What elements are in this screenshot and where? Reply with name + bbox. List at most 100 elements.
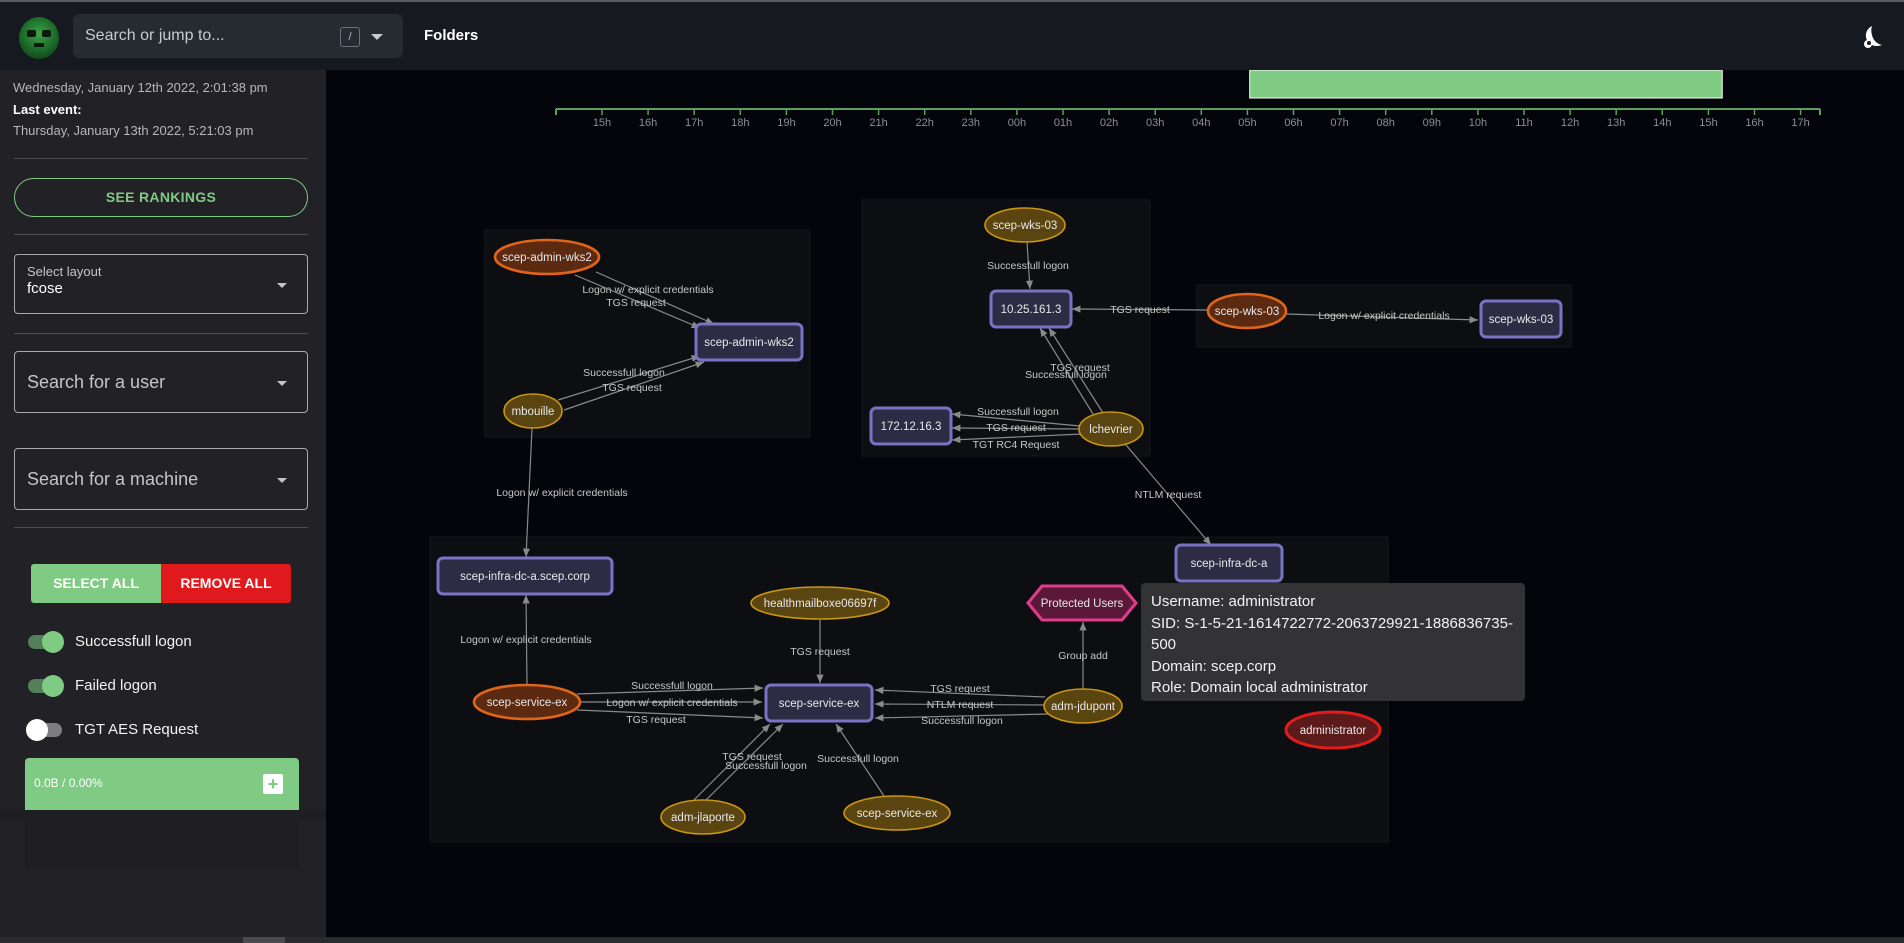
graph-edge-label: Logon w/ explicit credentials bbox=[460, 634, 591, 646]
timeline-tick-label: 22h bbox=[916, 117, 934, 129]
chevron-down-icon bbox=[277, 381, 287, 386]
machine-search-input[interactable]: Search for a machine bbox=[14, 448, 308, 510]
graph-node-label: 172.12.16.3 bbox=[881, 421, 942, 433]
user-search-input[interactable]: Search for a user bbox=[14, 351, 308, 413]
tooltip-domain: Domain: scep.corp bbox=[1151, 657, 1277, 675]
graph-node-label: scep-service-ex bbox=[487, 697, 568, 709]
timeline-tick-label: 04h bbox=[1192, 117, 1210, 129]
remove-all-button[interactable]: REMOVE ALL bbox=[161, 564, 291, 603]
see-rankings-button[interactable]: SEE RANKINGS bbox=[14, 178, 308, 217]
layout-select-value: fcose bbox=[27, 280, 63, 297]
divider bbox=[14, 234, 308, 235]
scrollbar-thumb[interactable] bbox=[243, 937, 285, 943]
graph-edge-label: TGS request bbox=[986, 422, 1046, 434]
graph-edge-label: TGS request bbox=[930, 683, 990, 695]
graph-edge-label: TGS request bbox=[1110, 304, 1170, 316]
graph-node-label: adm-jdupont bbox=[1051, 701, 1116, 713]
first-event-value: Wednesday, January 12th 2022, 2:01:38 pm bbox=[13, 80, 268, 95]
graph-node-label: scep-wks-03 bbox=[1489, 314, 1554, 326]
node-tooltip: Username: administrator SID: S-1-5-21-16… bbox=[1141, 583, 1525, 701]
hacker-avatar-icon[interactable] bbox=[19, 17, 59, 59]
chevron-down-icon bbox=[277, 478, 287, 483]
search-placeholder: Search or jump to... bbox=[85, 27, 225, 44]
timeline-tick-label: 21h bbox=[869, 117, 887, 129]
slash-shortcut-hint: / bbox=[340, 27, 360, 47]
timeline-tick-label: 00h bbox=[1008, 117, 1026, 129]
tooltip-username: Username: administrator bbox=[1151, 593, 1316, 610]
graph-edge-label: Successfull logon bbox=[921, 715, 1003, 727]
graph-edge-label: NTLM request bbox=[1135, 489, 1202, 501]
user-search-placeholder: Search for a user bbox=[27, 372, 166, 392]
graph-edge-label: TGS request bbox=[626, 714, 686, 726]
timeline-tick-label: 17h bbox=[685, 117, 703, 129]
graph-node-label: scep-wks-03 bbox=[1215, 306, 1280, 318]
horizontal-scrollbar[interactable] bbox=[0, 937, 1904, 943]
graph-node-label: Protected Users bbox=[1041, 598, 1124, 610]
graph-node-label: administrator bbox=[1300, 725, 1367, 737]
toggle-failed-logon[interactable] bbox=[26, 675, 64, 697]
sidebar: Wednesday, January 12th 2022, 2:01:38 pm… bbox=[0, 70, 326, 943]
chevron-down-icon bbox=[277, 283, 287, 288]
graph-node-label: scep-admin-wks2 bbox=[704, 337, 793, 349]
graph-edge-label: Successfull logon bbox=[817, 753, 899, 765]
timeline-tick-label: 07h bbox=[1330, 117, 1348, 129]
graph-edge-label: TGS request bbox=[790, 646, 850, 658]
graph-node-label: scep-admin-wks2 bbox=[502, 252, 591, 264]
graph-edge-label: Successfull logon bbox=[987, 260, 1069, 272]
chevron-down-icon[interactable] bbox=[371, 34, 383, 40]
filter-label: Failed logon bbox=[75, 677, 157, 694]
timeline-tick-label: 16h bbox=[1745, 117, 1763, 129]
global-search-input[interactable]: Search or jump to... / bbox=[73, 14, 403, 58]
divider bbox=[14, 333, 308, 334]
timeline-selection-brush[interactable] bbox=[1249, 69, 1723, 99]
graph-canvas[interactable]: 15h 16h 17h 18h 19h 20h 21h 22h 23h 00h 01h 02h 03h 0… bbox=[326, 69, 1904, 937]
toggle-successfull-logon[interactable] bbox=[26, 631, 64, 653]
graph-edge-label: Successfull logon bbox=[1025, 369, 1107, 381]
graph-node-label: 10.25.161.3 bbox=[1001, 304, 1062, 316]
tooltip-role: Role: Domain local administrator bbox=[1151, 679, 1368, 696]
select-all-button[interactable]: SELECT ALL bbox=[31, 564, 161, 603]
graph-node-label: mbouille bbox=[512, 406, 555, 418]
filter-label: Successfull logon bbox=[75, 633, 192, 650]
folders-link[interactable]: Folders bbox=[424, 27, 478, 44]
last-event-label: Last event: bbox=[13, 102, 82, 117]
timeline-tick-label: 02h bbox=[1100, 117, 1118, 129]
divider bbox=[14, 527, 308, 528]
graph-edge-label: Successfull logon bbox=[631, 680, 713, 692]
timeline-tick-label: 10h bbox=[1469, 117, 1487, 129]
graph-edge-label: TGS request bbox=[602, 382, 662, 394]
graph-edge-label: Logon w/ explicit credentials bbox=[582, 284, 713, 296]
timeline-tick-label: 03h bbox=[1146, 117, 1164, 129]
graph-edge-label: Successfull logon bbox=[583, 367, 665, 379]
moon-icon[interactable] bbox=[1858, 24, 1884, 50]
filter-label: TGT AES Request bbox=[75, 721, 199, 738]
toggle-tgt-aes-request[interactable] bbox=[26, 719, 64, 741]
graph-edge-label: TGT RC4 Request bbox=[973, 439, 1060, 451]
graph-node-label: scep-infra-dc-a bbox=[1191, 558, 1268, 570]
timeline-tick-label: 19h bbox=[777, 117, 795, 129]
layout-select[interactable]: Select layout fcose bbox=[14, 254, 308, 314]
timeline-tick-label: 23h bbox=[962, 117, 980, 129]
graph-edge-label: Logon w/ explicit credentials bbox=[496, 487, 627, 499]
app-header: Search or jump to... / Folders bbox=[0, 2, 1904, 70]
timeline-tick-label: 17h bbox=[1791, 117, 1809, 129]
timeline-tick-label: 18h bbox=[731, 117, 749, 129]
graph-edge-label: Group add bbox=[1058, 650, 1108, 662]
timeline-tick-label: 08h bbox=[1377, 117, 1395, 129]
graph-edge-label: NTLM request bbox=[927, 699, 994, 711]
timeline-tick-label: 01h bbox=[1054, 117, 1072, 129]
graph-node-label: scep-infra-dc-a.scep.corp bbox=[460, 571, 590, 583]
graph-node-label: lchevrier bbox=[1089, 424, 1133, 436]
graph-edge-label: Successfull logon bbox=[977, 406, 1059, 418]
plus-icon[interactable]: + bbox=[263, 774, 283, 794]
graph-node-label: healthmailboxe06697f bbox=[764, 598, 877, 610]
timeline-tick-label: 14h bbox=[1653, 117, 1671, 129]
graph-edge-label: TGS request bbox=[606, 297, 666, 309]
timeline-tick-label: 15h bbox=[593, 117, 611, 129]
graph-svg[interactable]: 15h 16h 17h 18h 19h 20h 21h 22h 23h 00h 01h 02h 03h 0… bbox=[326, 69, 1904, 937]
graph-node-label: scep-service-ex bbox=[779, 698, 860, 710]
storage-panel-header: 0.0B / 0.00% + bbox=[25, 758, 299, 810]
timeline-tick-label: 12h bbox=[1561, 117, 1579, 129]
timeline-tick-label: 13h bbox=[1607, 117, 1625, 129]
layout-select-label: Select layout bbox=[27, 264, 102, 279]
